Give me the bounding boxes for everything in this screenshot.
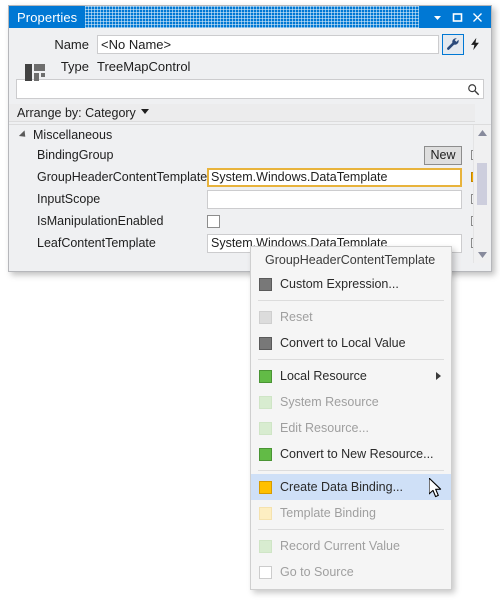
menu-item-swatch-icon	[259, 480, 272, 494]
property-row[interactable]: GroupHeaderContentTemplate System.Window…	[9, 166, 491, 188]
triangle-up-icon	[477, 129, 487, 136]
context-menu-item: Edit Resource...	[251, 415, 451, 441]
scroll-down-button[interactable]	[474, 247, 490, 263]
events-tab-button[interactable]	[464, 34, 486, 55]
context-menu-item: Record Current Value	[251, 533, 451, 559]
type-value: TreeMapControl	[97, 58, 191, 74]
category-label: Miscellaneous	[33, 127, 113, 142]
arrange-by-label: Arrange by: Category	[17, 105, 136, 120]
type-label: Type	[60, 58, 89, 74]
window-close-button[interactable]	[467, 7, 487, 27]
grid-vertical-scrollbar[interactable]	[473, 125, 490, 263]
window-dropdown-button[interactable]	[427, 7, 447, 27]
properties-tab-button[interactable]	[442, 33, 464, 55]
properties-object-icon	[25, 64, 45, 81]
menu-separator	[258, 470, 444, 471]
menu-item-label: Convert to Local Value	[280, 336, 406, 350]
context-menu-item[interactable]: Create Data Binding...	[251, 474, 451, 500]
menu-item-swatch-icon	[259, 565, 272, 579]
menu-item-swatch-icon	[259, 277, 272, 291]
menu-item-swatch-icon	[259, 336, 272, 350]
maximize-icon	[452, 12, 462, 22]
property-name-label: LeafContentTemplate	[37, 236, 156, 250]
property-name-label: IsManipulationEnabled	[37, 214, 164, 228]
menu-item-label: Edit Resource...	[280, 421, 369, 435]
context-menu-item[interactable]: Convert to Local Value	[251, 330, 451, 356]
menu-item-label: Go to Source	[280, 565, 354, 579]
scrollbar-thumb[interactable]	[477, 163, 487, 205]
new-button[interactable]: New	[424, 145, 462, 165]
scroll-up-button[interactable]	[474, 125, 490, 141]
name-label: Name	[54, 36, 89, 52]
properties-window: Properties Name <No Name> Type TreeMapCo…	[8, 5, 492, 272]
submenu-arrow-icon	[436, 372, 441, 380]
object-header: Name Type TreeMa	[9, 28, 491, 124]
menu-item-swatch-icon	[259, 310, 272, 324]
menu-item-swatch-icon	[259, 447, 272, 461]
context-menu: GroupHeaderContentTemplate Custom Expres…	[250, 246, 452, 590]
menu-item-label: Record Current Value	[280, 539, 400, 553]
property-value-textbox[interactable]	[207, 189, 462, 209]
property-editor	[207, 189, 462, 209]
menu-item-swatch-icon	[259, 421, 272, 435]
menu-separator	[258, 359, 444, 360]
property-value-checkbox[interactable]	[207, 214, 220, 228]
menu-item-label: Reset	[280, 310, 313, 324]
caret-down-icon	[433, 15, 441, 20]
property-name-label: InputScope	[37, 192, 101, 206]
menu-item-swatch-icon	[259, 506, 272, 520]
window-title: Properties	[17, 9, 78, 25]
property-editor: New	[207, 145, 462, 165]
window-titlebar: Properties	[9, 6, 491, 28]
context-menu-header: GroupHeaderContentTemplate	[265, 253, 436, 267]
property-row[interactable]: InputScope	[9, 188, 491, 210]
context-menu-item: Go to Source	[251, 559, 451, 585]
search-box[interactable]	[16, 79, 484, 99]
menu-separator	[258, 529, 444, 530]
property-row[interactable]: IsManipulationEnabled	[9, 210, 491, 232]
menu-item-label: Local Resource	[280, 369, 367, 383]
close-icon	[472, 12, 482, 22]
context-menu-item: Reset	[251, 304, 451, 330]
property-grid: Miscellaneous BindingGroup New GroupHead…	[9, 124, 491, 263]
property-row[interactable]: BindingGroup New	[9, 144, 491, 166]
name-input[interactable]	[97, 34, 439, 54]
mouse-pointer-icon	[428, 477, 445, 505]
menu-separator	[258, 300, 444, 301]
type-row: Type TreeMapControl	[51, 55, 491, 77]
menu-item-label: Custom Expression...	[280, 277, 399, 291]
context-menu-item: Template Binding	[251, 500, 451, 526]
window-maximize-button[interactable]	[447, 7, 467, 27]
menu-item-label: Convert to New Resource...	[280, 447, 434, 461]
menu-item-label: System Resource	[280, 395, 379, 409]
property-value-textbox[interactable]: System.Windows.DataTemplate	[207, 167, 462, 187]
menu-item-label: Template Binding	[280, 506, 376, 520]
expander-triangle-icon[interactable]	[18, 129, 29, 140]
property-editor	[207, 211, 462, 231]
category-row-miscellaneous[interactable]: Miscellaneous	[9, 125, 491, 144]
header-tool-buttons	[442, 33, 486, 55]
lightning-bolt-icon	[471, 37, 479, 51]
screen: Properties Name <No Name> Type TreeMapCo…	[0, 0, 500, 603]
search-icon[interactable]	[463, 83, 483, 96]
menu-item-swatch-icon	[259, 369, 272, 383]
menu-item-swatch-icon	[259, 539, 272, 553]
titlebar-drag-grip[interactable]	[85, 6, 419, 28]
wrench-icon	[447, 38, 459, 50]
arrange-by-bar[interactable]: Arrange by: Category	[9, 104, 475, 122]
search-input[interactable]	[17, 81, 463, 97]
name-row: Name	[51, 33, 491, 55]
property-editor: System.Windows.DataTemplate	[207, 167, 462, 187]
chevron-down-icon[interactable]	[140, 108, 149, 117]
context-menu-items: Custom Expression... Reset Convert to Loca…	[251, 271, 451, 585]
context-menu-item[interactable]: Convert to New Resource...	[251, 441, 451, 467]
menu-item-swatch-icon	[259, 395, 272, 409]
menu-item-label: Create Data Binding...	[280, 480, 403, 494]
context-menu-item[interactable]: Local Resource	[251, 363, 451, 389]
triangle-down-icon	[477, 251, 487, 258]
property-name-label: GroupHeaderContentTemplate	[37, 170, 207, 184]
context-menu-item[interactable]: Custom Expression...	[251, 271, 451, 297]
property-name-label: BindingGroup	[37, 148, 114, 162]
context-menu-item: System Resource	[251, 389, 451, 415]
